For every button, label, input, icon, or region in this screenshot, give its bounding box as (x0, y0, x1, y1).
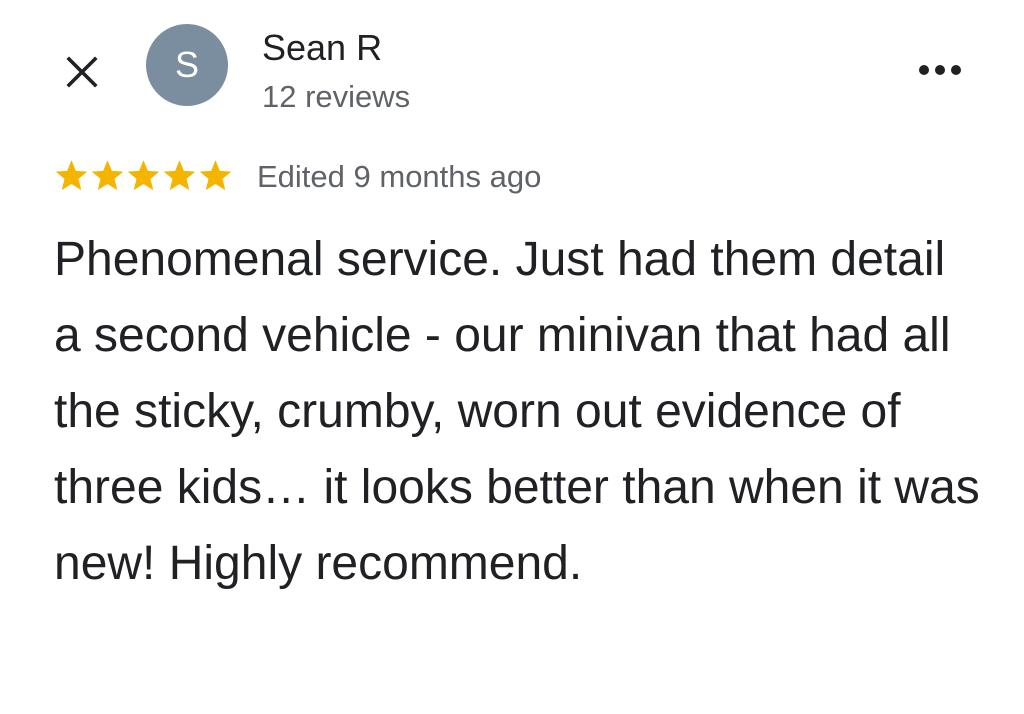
star-icon (55, 160, 88, 191)
star-icon (91, 160, 124, 191)
edited-time: Edited 9 months ago (257, 159, 542, 194)
avatar[interactable]: S (146, 24, 228, 106)
star-icon (163, 160, 196, 191)
review-card: S Sean R 12 reviews Edited 9 months ago … (0, 0, 1024, 714)
more-options-button[interactable] (912, 52, 968, 88)
star-icon (199, 160, 232, 191)
close-icon (66, 56, 98, 88)
close-button[interactable] (58, 48, 106, 96)
review-text: Phenomenal service. Just had them detail… (54, 233, 980, 590)
avatar-letter: S (174, 44, 199, 85)
star-icon (127, 160, 160, 191)
reviewer-name[interactable]: Sean R (262, 26, 382, 70)
review-count: 12 reviews (262, 79, 411, 114)
star-rating (54, 158, 233, 193)
more-horizontal-icon (919, 65, 961, 75)
